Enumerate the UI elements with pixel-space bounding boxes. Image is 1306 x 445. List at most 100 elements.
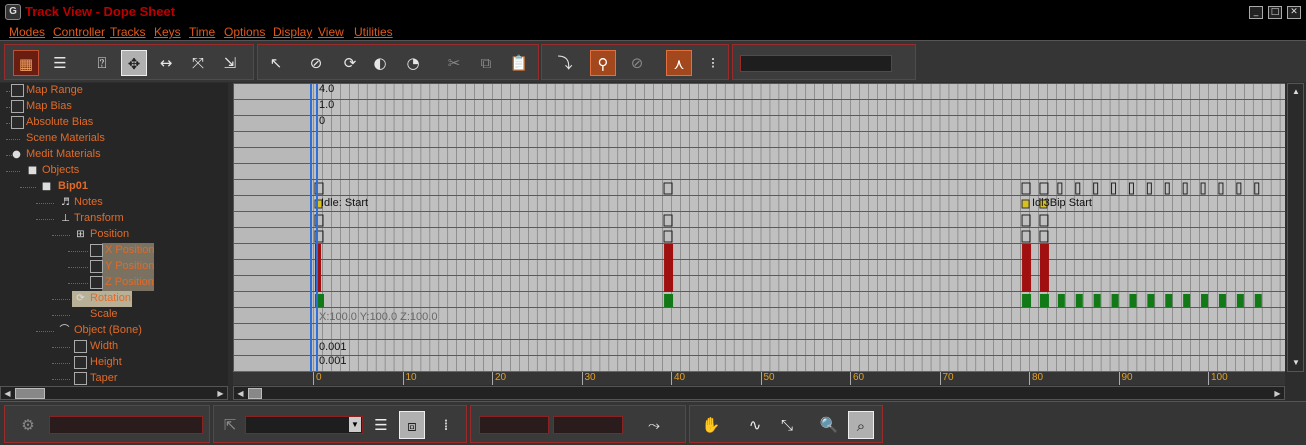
rotation-key[interactable] bbox=[1201, 294, 1209, 307]
tree-item-scene-materials[interactable]: Scene Materials bbox=[0, 131, 228, 147]
frame-field[interactable] bbox=[479, 416, 549, 434]
zoom-value-extents-icon[interactable]: ⤡ bbox=[774, 411, 800, 439]
scroll-thumb[interactable] bbox=[15, 388, 45, 399]
tree-item-position[interactable]: ⊞ Position bbox=[0, 227, 228, 243]
tree-item-transform[interactable]: ⊥ Transform bbox=[0, 211, 228, 227]
tree-item-absolute-bias[interactable]: Absolute Bias bbox=[0, 115, 228, 131]
value-field[interactable] bbox=[553, 416, 623, 434]
rotation-key[interactable] bbox=[664, 294, 674, 307]
edit-ranges-icon[interactable]: ☰ bbox=[47, 50, 73, 76]
filters-icon[interactable]: ⍰ bbox=[89, 50, 115, 76]
move-keys-icon[interactable]: ✥ bbox=[121, 50, 147, 76]
zoom-horizontal-extents-icon[interactable]: ∿ bbox=[742, 411, 768, 439]
slide-keys-icon[interactable]: ↔ bbox=[153, 50, 179, 76]
tree-item-height[interactable]: Height bbox=[0, 355, 228, 371]
tree-item-object-bone[interactable]: ⌒ Object (Bone) bbox=[0, 323, 228, 339]
track-name-field[interactable] bbox=[740, 55, 892, 72]
zoom-region-icon[interactable]: ⌕ bbox=[848, 411, 874, 439]
chevron-down-icon[interactable]: ▼ bbox=[349, 417, 361, 432]
menu-view[interactable]: View bbox=[318, 25, 344, 39]
tree-item-notes[interactable]: ♬ Notes bbox=[0, 195, 228, 211]
cut-icon[interactable]: ✂ bbox=[441, 50, 467, 76]
modify-child-keys-icon[interactable]: ⚲ bbox=[590, 50, 616, 76]
scale-values-icon[interactable]: ◐ bbox=[367, 50, 393, 76]
position-key[interactable] bbox=[1022, 244, 1032, 260]
position-key[interactable] bbox=[1039, 244, 1049, 260]
vertical-scrollbar[interactable]: ▲ ▼ bbox=[1287, 83, 1304, 372]
rotation-key[interactable] bbox=[1236, 294, 1244, 307]
key-window[interactable]: 4.0 1.0 0 Idle: Start Idl3Bip Start X:10… bbox=[233, 83, 1285, 372]
tree-item-map-range[interactable]: Map Range bbox=[0, 83, 228, 99]
show-keyable-icon[interactable]: ⋏ bbox=[666, 50, 692, 76]
zoom-extents-icon[interactable]: ⚙ bbox=[15, 411, 41, 439]
menu-display[interactable]: Display bbox=[273, 25, 312, 39]
menu-time[interactable]: Time bbox=[189, 25, 215, 39]
position-key[interactable] bbox=[1022, 260, 1032, 276]
tree-item-bip01[interactable]: ■ Bip01 bbox=[0, 179, 228, 195]
rotation-key[interactable] bbox=[1075, 294, 1083, 307]
copy-icon[interactable]: ⧉ bbox=[473, 50, 499, 76]
pan-icon[interactable]: ✋ bbox=[698, 411, 724, 439]
menu-utilities[interactable]: Utilities bbox=[354, 25, 393, 39]
scroll-up-icon[interactable]: ▲ bbox=[1290, 86, 1302, 98]
rotation-key[interactable] bbox=[1183, 294, 1191, 307]
note-key[interactable] bbox=[1021, 199, 1030, 209]
scroll-left-icon[interactable]: ◀ bbox=[235, 388, 246, 399]
hierarchy-icon[interactable]: ⁝ bbox=[700, 50, 726, 76]
rotation-key[interactable] bbox=[1057, 294, 1065, 307]
scale-time-icon[interactable]: ⇲ bbox=[217, 50, 243, 76]
scroll-thumb[interactable] bbox=[248, 388, 262, 399]
menu-keys[interactable]: Keys bbox=[154, 25, 181, 39]
position-key[interactable] bbox=[664, 260, 674, 276]
rotation-key[interactable] bbox=[1147, 294, 1155, 307]
insert-time-icon[interactable]: ◔ bbox=[400, 50, 426, 76]
selection-field[interactable] bbox=[49, 416, 203, 434]
scroll-left-icon[interactable]: ◀ bbox=[2, 388, 13, 399]
tree-item-objects[interactable]: ■ Objects bbox=[0, 163, 228, 179]
maximize-icon[interactable]: □ bbox=[1268, 6, 1282, 19]
rotation-key[interactable] bbox=[1218, 294, 1226, 307]
select-cursor-icon[interactable]: ⇱ bbox=[217, 411, 243, 439]
minimize-icon[interactable]: _ bbox=[1249, 6, 1263, 19]
rotation-key[interactable] bbox=[1254, 294, 1262, 307]
modify-subtree-icon[interactable]: ⤵ bbox=[552, 50, 578, 76]
rotation-key[interactable] bbox=[1129, 294, 1137, 307]
tree-item-medit-materials[interactable]: ● Medit Materials bbox=[0, 147, 228, 163]
tree-item-taper[interactable]: Taper bbox=[0, 371, 228, 386]
scroll-down-icon[interactable]: ▼ bbox=[1290, 357, 1302, 369]
rotation-key[interactable] bbox=[1165, 294, 1173, 307]
tree-item-width[interactable]: Width bbox=[0, 339, 228, 355]
key-mode-icon[interactable]: ⤳ bbox=[641, 411, 667, 439]
tree-item-y-position[interactable]: Y Position bbox=[0, 259, 228, 275]
tree-item-scale[interactable]: Scale bbox=[0, 307, 228, 323]
tree-item-z-position[interactable]: Z Position bbox=[0, 275, 228, 291]
position-key[interactable] bbox=[1039, 276, 1049, 292]
rotation-key[interactable] bbox=[1022, 294, 1032, 307]
zoom-icon[interactable]: 🔍 bbox=[816, 411, 842, 439]
position-key[interactable] bbox=[664, 276, 674, 292]
track-sets-icon[interactable]: ⁞ bbox=[433, 411, 459, 439]
reverse-time-icon[interactable]: ⟳ bbox=[337, 50, 363, 76]
tree-horizontal-scrollbar[interactable]: ◀ ▶ bbox=[0, 386, 228, 400]
scale-keys-icon[interactable]: ⤧ bbox=[185, 50, 211, 76]
menu-controller[interactable]: Controller bbox=[53, 25, 105, 39]
key-horizontal-scrollbar[interactable]: ◀ ▶ bbox=[233, 386, 1285, 400]
menu-modes[interactable]: Modes bbox=[9, 25, 45, 39]
rotation-key[interactable] bbox=[1093, 294, 1101, 307]
paste-icon[interactable]: 📋 bbox=[506, 50, 532, 76]
scroll-right-icon[interactable]: ▶ bbox=[1272, 388, 1283, 399]
select-time-icon[interactable]: ↖ bbox=[263, 50, 289, 76]
delete-time-icon[interactable]: ⊘ bbox=[303, 50, 329, 76]
close-icon[interactable]: ✕ bbox=[1287, 6, 1301, 19]
track-set-dropdown[interactable] bbox=[245, 416, 363, 434]
rotation-key[interactable] bbox=[1111, 294, 1119, 307]
rotation-key[interactable] bbox=[1039, 294, 1049, 307]
filter-list-icon[interactable]: ☰ bbox=[368, 411, 394, 439]
position-key[interactable] bbox=[664, 244, 674, 260]
tree-item-rotation[interactable]: ⟳ Rotation bbox=[0, 291, 228, 307]
scroll-right-icon[interactable]: ▶ bbox=[215, 388, 226, 399]
tree-item-map-bias[interactable]: Map Bias bbox=[0, 99, 228, 115]
menu-options[interactable]: Options bbox=[224, 25, 265, 39]
position-key[interactable] bbox=[1022, 276, 1032, 292]
tree-item-x-position[interactable]: X Position bbox=[0, 243, 228, 259]
